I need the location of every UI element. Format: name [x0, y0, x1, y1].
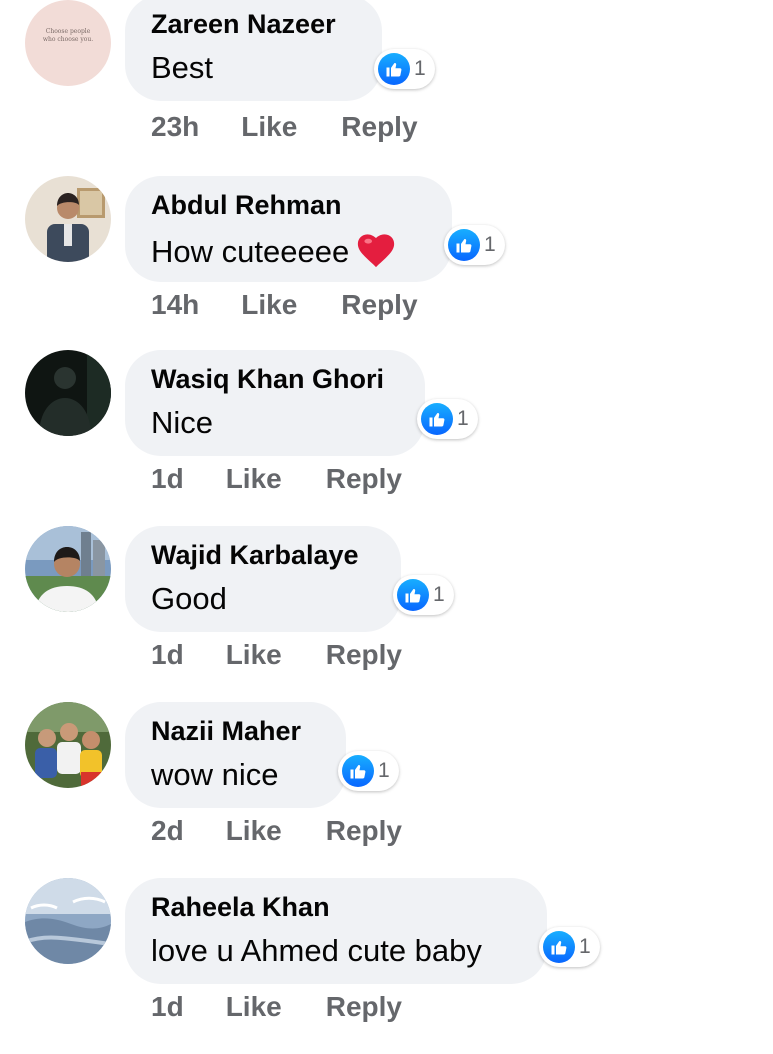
comment-bubble[interactable]: Nazii Maher wow nice: [125, 702, 346, 808]
like-button[interactable]: Like: [241, 289, 297, 321]
comment-actions: 23h Like Reply: [151, 110, 418, 144]
like-button[interactable]: Like: [226, 463, 282, 495]
like-thumbs-up-icon: [397, 579, 429, 611]
comment-timestamp[interactable]: 14h: [151, 289, 199, 321]
comment-timestamp[interactable]: 2d: [151, 815, 184, 847]
avatar[interactable]: [25, 702, 111, 788]
reaction-count: 1: [433, 583, 445, 606]
comment-bubble[interactable]: Raheela Khan love u Ahmed cute baby: [125, 878, 547, 984]
like-button[interactable]: Like: [241, 111, 297, 143]
comment-actions: 14h Like Reply: [151, 288, 418, 322]
comment-bubble[interactable]: Wajid Karbalaye Good: [125, 526, 401, 632]
comment: Wajid Karbalaye Good 1 1d Like Reply: [0, 526, 773, 702]
avatar[interactable]: [25, 526, 111, 612]
reaction-count-pill[interactable]: 1: [444, 225, 505, 265]
reaction-count-pill[interactable]: 1: [393, 575, 454, 615]
like-thumbs-up-icon: [421, 403, 453, 435]
comment-bubble[interactable]: Zareen Nazeer Best: [125, 0, 382, 101]
avatar[interactable]: [25, 878, 111, 964]
comment-text: Good: [151, 581, 227, 616]
reaction-count-pill[interactable]: 1: [374, 49, 435, 89]
reply-button[interactable]: Reply: [326, 815, 402, 847]
comment-author[interactable]: Abdul Rehman: [151, 189, 426, 221]
comment-text: wow nice: [151, 757, 279, 792]
avatar-image: [25, 350, 111, 436]
comment-author[interactable]: Wajid Karbalaye: [151, 539, 375, 571]
comment: Raheela Khan love u Ahmed cute baby 1 1d…: [0, 878, 773, 1054]
avatar-image: [25, 702, 111, 788]
comment-actions: 2d Like Reply: [151, 814, 402, 848]
avatar[interactable]: [25, 350, 111, 436]
reaction-count: 1: [378, 759, 390, 782]
red-heart-icon: [358, 234, 395, 268]
avatar-image: [25, 526, 111, 612]
reaction-count-pill[interactable]: 1: [539, 927, 600, 967]
like-thumbs-up-icon: [342, 755, 374, 787]
like-thumbs-up-icon: [378, 53, 410, 85]
avatar-caption-line: Choose people: [46, 28, 91, 35]
comment-timestamp[interactable]: 1d: [151, 991, 184, 1023]
comment-text: love u Ahmed cute baby: [151, 933, 482, 968]
reaction-count: 1: [414, 57, 426, 80]
avatar-image: [25, 878, 111, 964]
like-thumbs-up-icon: [543, 931, 575, 963]
comment-timestamp[interactable]: 1d: [151, 639, 184, 671]
reply-button[interactable]: Reply: [326, 991, 402, 1023]
avatar[interactable]: [25, 176, 111, 262]
like-button[interactable]: Like: [226, 639, 282, 671]
avatar-caption-line: who choose you.: [43, 36, 93, 43]
comment-timestamp[interactable]: 23h: [151, 111, 199, 143]
reply-button[interactable]: Reply: [341, 111, 417, 143]
comment-author[interactable]: Raheela Khan: [151, 891, 521, 923]
like-button[interactable]: Like: [226, 991, 282, 1023]
avatar-image: [25, 176, 111, 262]
comment: Choose people who choose you. Zareen Naz…: [0, 0, 773, 176]
comment-author[interactable]: Wasiq Khan Ghori: [151, 363, 399, 395]
comment: Nazii Maher wow nice 1 2d Like Reply: [0, 702, 773, 878]
comment-author[interactable]: Zareen Nazeer: [151, 8, 356, 40]
comment-actions: 1d Like Reply: [151, 990, 402, 1024]
comment-text: Nice: [151, 405, 214, 440]
like-button[interactable]: Like: [226, 815, 282, 847]
reaction-count: 1: [579, 935, 591, 958]
reaction-count: 1: [484, 233, 496, 256]
avatar[interactable]: Choose people who choose you.: [25, 0, 111, 86]
comment: Wasiq Khan Ghori Nice 1 1d Like Reply: [0, 350, 773, 526]
avatar-image: Choose people who choose you.: [25, 0, 111, 86]
comment: Abdul Rehman How cuteeeee 1 14h Like Rep…: [0, 176, 773, 352]
reaction-count-pill[interactable]: 1: [417, 399, 478, 439]
comment-actions: 1d Like Reply: [151, 462, 402, 496]
like-thumbs-up-icon: [448, 229, 480, 261]
comment-text: Best: [151, 50, 214, 85]
reaction-count-pill[interactable]: 1: [338, 751, 399, 791]
comment-text: How cuteeeee: [151, 230, 426, 271]
reply-button[interactable]: Reply: [326, 639, 402, 671]
reply-button[interactable]: Reply: [326, 463, 402, 495]
comment-actions: 1d Like Reply: [151, 638, 402, 672]
comment-author[interactable]: Nazii Maher: [151, 715, 320, 747]
comment-timestamp[interactable]: 1d: [151, 463, 184, 495]
comment-text-content: How cuteeeee: [151, 234, 350, 269]
reply-button[interactable]: Reply: [341, 289, 417, 321]
comment-bubble[interactable]: Abdul Rehman How cuteeeee: [125, 176, 452, 282]
reaction-count: 1: [457, 407, 469, 430]
comment-bubble[interactable]: Wasiq Khan Ghori Nice: [125, 350, 425, 456]
